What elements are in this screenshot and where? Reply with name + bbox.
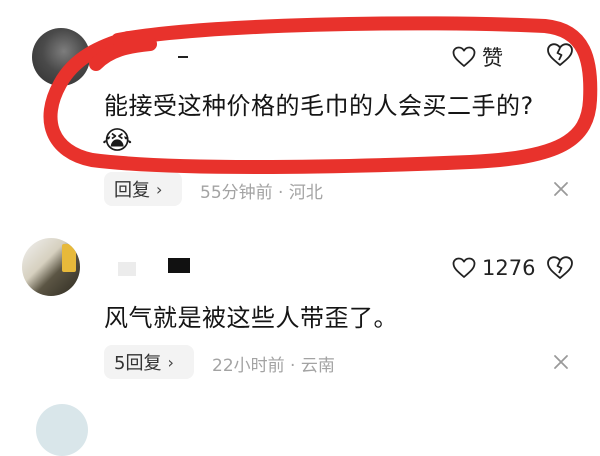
avatar[interactable]: [22, 238, 80, 296]
username-redacted[interactable]: [168, 258, 190, 273]
crying-emoji: 😭: [102, 126, 133, 156]
comment-meta: 22小时前 · 云南: [212, 356, 335, 376]
avatar[interactable]: [36, 404, 88, 456]
username-redacted[interactable]: [118, 262, 136, 276]
close-icon[interactable]: [552, 353, 570, 371]
chevron-right-icon: ›: [156, 179, 163, 199]
avatar[interactable]: [32, 28, 90, 86]
reply-label: 回复: [114, 180, 150, 201]
like-button[interactable]: 赞: [452, 42, 503, 72]
reply-label: 5回复: [114, 353, 162, 374]
comment-text: 风气就是被这些人带歪了。: [104, 304, 398, 332]
like-count: 1276: [482, 256, 536, 280]
like-button[interactable]: 1276: [452, 256, 535, 280]
reply-button[interactable]: 回复 ›: [104, 172, 182, 206]
close-icon[interactable]: [552, 180, 570, 198]
like-label: 赞: [482, 46, 503, 70]
username-redacted[interactable]: [178, 56, 188, 58]
broken-heart-icon[interactable]: [546, 255, 574, 281]
reply-button[interactable]: 5回复 ›: [104, 345, 194, 379]
comment-meta: 55分钟前 · 河北: [200, 183, 323, 203]
chevron-right-icon: ›: [167, 352, 174, 372]
broken-heart-icon[interactable]: [546, 42, 574, 68]
heart-outline-icon: [452, 46, 476, 67]
comment-text: 能接受这种价格的毛巾的人会买二手的?: [104, 92, 534, 120]
heart-outline-icon: [452, 257, 476, 278]
